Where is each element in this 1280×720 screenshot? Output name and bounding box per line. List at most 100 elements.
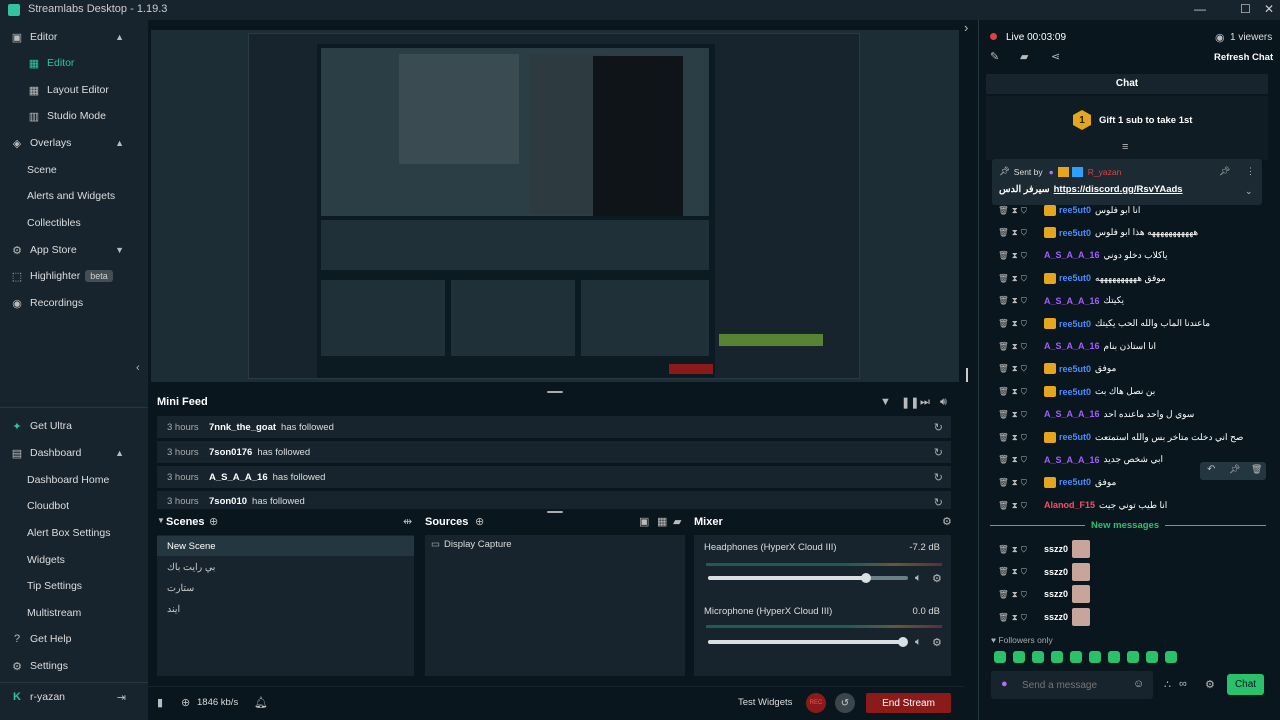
- chat-username[interactable]: ree5ut0: [1059, 205, 1091, 215]
- mod-actions-icon[interactable]: 🗑︎⧗⛉: [998, 589, 1044, 600]
- volume-icon[interactable]: 🔊︎: [940, 396, 947, 409]
- menu-icon[interactable]: ≡: [1122, 141, 1128, 153]
- nav-editor-section[interactable]: ▣ Editor ▲: [0, 26, 148, 48]
- chat-username[interactable]: ree5ut0: [1059, 432, 1091, 442]
- nav-get-ultra[interactable]: ✦ Get Ultra: [0, 415, 148, 437]
- resize-handle[interactable]: [547, 511, 563, 513]
- mod-actions-icon[interactable]: 🗑︎⧗⛉: [998, 566, 1044, 577]
- mod-actions-icon[interactable]: 🗑︎⧗⛉: [998, 432, 1044, 443]
- folder-icon[interactable]: ▰: [673, 515, 681, 528]
- more-icon[interactable]: ⋮: [1246, 166, 1255, 177]
- nav-alert-box-settings[interactable]: Alert Box Settings: [0, 522, 148, 544]
- replay-icon[interactable]: ↻: [934, 496, 943, 509]
- scene-transitions-icon[interactable]: ⇹: [403, 515, 412, 528]
- chat-username[interactable]: sszz0: [1044, 589, 1068, 599]
- replay-icon[interactable]: ↻: [934, 446, 943, 459]
- pause-icon[interactable]: ❚❚: [901, 396, 919, 409]
- chat-username[interactable]: ree5ut0: [1059, 364, 1091, 374]
- chat-message-input[interactable]: [1022, 676, 1132, 694]
- replay-buffer-icon[interactable]: ↺: [835, 693, 855, 713]
- close-icon[interactable]: ✕: [1264, 2, 1274, 16]
- nav-app-store[interactable]: ⚙ App Store ▼: [0, 239, 148, 261]
- link-icon[interactable]: ∞: [1179, 678, 1187, 690]
- chat-username[interactable]: sszz0: [1044, 612, 1068, 622]
- nav-scene[interactable]: Scene: [0, 159, 148, 181]
- mod-actions-icon[interactable]: 🗑︎⧗⛉: [998, 544, 1044, 555]
- chat-username[interactable]: ree5ut0: [1059, 387, 1091, 397]
- scene-item[interactable]: ستارت: [157, 578, 414, 598]
- gift-sub-banner[interactable]: Gift 1 sub to take 1st: [1099, 115, 1192, 126]
- chat-username[interactable]: ree5ut0: [1059, 477, 1091, 487]
- mod-actions-icon[interactable]: 🗑︎⧗⛉: [998, 273, 1044, 284]
- pin-icon[interactable]: 📌︎: [1229, 464, 1240, 475]
- chat-username[interactable]: ree5ut0: [1059, 273, 1091, 283]
- mod-actions-icon[interactable]: 🗑︎⧗⛉: [998, 500, 1044, 511]
- preview-scrollbar[interactable]: [966, 368, 968, 382]
- source-grid-icon[interactable]: ▦: [657, 515, 667, 528]
- mod-actions-icon[interactable]: 🗑︎⧗⛉: [998, 454, 1044, 465]
- emote-icon[interactable]: [1089, 651, 1101, 663]
- end-stream-button[interactable]: End Stream: [866, 693, 951, 713]
- gear-icon[interactable]: ⚙: [1205, 678, 1215, 691]
- gear-icon[interactable]: ⚙: [932, 636, 942, 649]
- pinned-link[interactable]: https://discord.gg/RsvYAads: [1054, 184, 1183, 195]
- mod-actions-icon[interactable]: 🗑︎⧗⛉: [998, 341, 1044, 352]
- test-widgets-button[interactable]: Test Widgets: [738, 697, 792, 708]
- resize-handle[interactable]: [547, 391, 563, 393]
- logout-icon[interactable]: ⇥: [117, 691, 126, 704]
- maximize-icon[interactable]: ☐: [1240, 2, 1251, 16]
- nav-tip-settings[interactable]: Tip Settings: [0, 575, 148, 597]
- source-item[interactable]: ▭ Display Capture: [431, 539, 512, 550]
- nav-multistream[interactable]: Multistream: [0, 602, 148, 624]
- nav-highlighter[interactable]: ⬚ Highlighter beta: [0, 265, 148, 287]
- mod-actions-icon[interactable]: 🗑︎⧗⛉: [998, 386, 1044, 397]
- emote-icon[interactable]: [1127, 651, 1139, 663]
- nav-user[interactable]: Kr-yazan ⇥: [0, 686, 148, 708]
- nav-dashboard-section[interactable]: ▤ Dashboard ▲: [0, 442, 148, 464]
- chat-username[interactable]: A_S_A_A_16: [1044, 341, 1100, 351]
- camera-icon[interactable]: ▰: [1020, 50, 1028, 63]
- nav-alerts-widgets[interactable]: Alerts and Widgets: [0, 185, 148, 207]
- emote-icon[interactable]: [1146, 651, 1158, 663]
- nav-overlays-section[interactable]: ◈ Overlays ▲: [0, 132, 148, 154]
- mod-actions-icon[interactable]: 🗑︎⧗⛉: [998, 227, 1044, 238]
- mod-actions-icon[interactable]: 🗑︎⧗⛉: [998, 612, 1044, 623]
- edit-icon[interactable]: ✎: [990, 50, 999, 63]
- scene-item[interactable]: بي رايت باك: [157, 557, 414, 577]
- mod-actions-icon[interactable]: 🗑︎⧗⛉: [998, 477, 1044, 488]
- emote-icon[interactable]: [1051, 651, 1063, 663]
- chat-username[interactable]: sszz0: [1044, 544, 1068, 554]
- replay-icon[interactable]: ↻: [934, 421, 943, 434]
- nav-studio-mode[interactable]: ▥ Studio Mode: [0, 105, 148, 127]
- nav-widgets[interactable]: Widgets: [0, 549, 148, 571]
- chat-username[interactable]: A_S_A_A_16: [1044, 455, 1100, 465]
- refresh-chat-button[interactable]: Refresh Chat: [1214, 52, 1273, 63]
- gear-icon[interactable]: ⚙: [942, 515, 952, 528]
- emote-icon[interactable]: [994, 651, 1006, 663]
- scene-item[interactable]: ايند: [157, 599, 414, 619]
- add-scene-icon[interactable]: ⊕: [209, 515, 218, 528]
- chat-username[interactable]: sszz0: [1044, 567, 1068, 577]
- scene-item[interactable]: New Scene: [157, 536, 414, 556]
- mod-actions-icon[interactable]: 🗑︎⧗⛉: [998, 318, 1044, 329]
- send-chat-button[interactable]: Chat: [1227, 674, 1264, 695]
- emote-icon[interactable]: [1070, 651, 1082, 663]
- mod-actions-icon[interactable]: 🗑︎⧗⛉: [998, 409, 1044, 420]
- emoji-icon[interactable]: ☺: [1133, 678, 1144, 690]
- chevron-left-icon[interactable]: ‹: [136, 362, 140, 374]
- mod-actions-icon[interactable]: 🗑︎⧗⛉: [998, 205, 1044, 216]
- source-options-icon[interactable]: ▣: [639, 515, 649, 528]
- mod-actions-icon[interactable]: 🗑︎⧗⛉: [998, 363, 1044, 374]
- speaker-icon[interactable]: 🔈︎: [915, 636, 922, 649]
- nav-get-help[interactable]: ? Get Help: [0, 628, 148, 650]
- share-icon[interactable]: ⋖: [1051, 50, 1060, 63]
- skip-icon[interactable]: ⏭: [920, 396, 930, 409]
- nav-settings[interactable]: ⚙ Settings: [0, 655, 148, 677]
- nav-cloudbot[interactable]: Cloudbot: [0, 495, 148, 517]
- stats-icon[interactable]: ▮: [157, 696, 163, 709]
- nav-layout-editor[interactable]: ▦ Layout Editor: [0, 79, 148, 101]
- chat-username[interactable]: Alanod_F15: [1044, 500, 1095, 510]
- nav-recordings[interactable]: ◉ Recordings: [0, 292, 148, 314]
- emote-icon[interactable]: [1013, 651, 1025, 663]
- mod-actions-icon[interactable]: 🗑︎⧗⛉: [998, 295, 1044, 306]
